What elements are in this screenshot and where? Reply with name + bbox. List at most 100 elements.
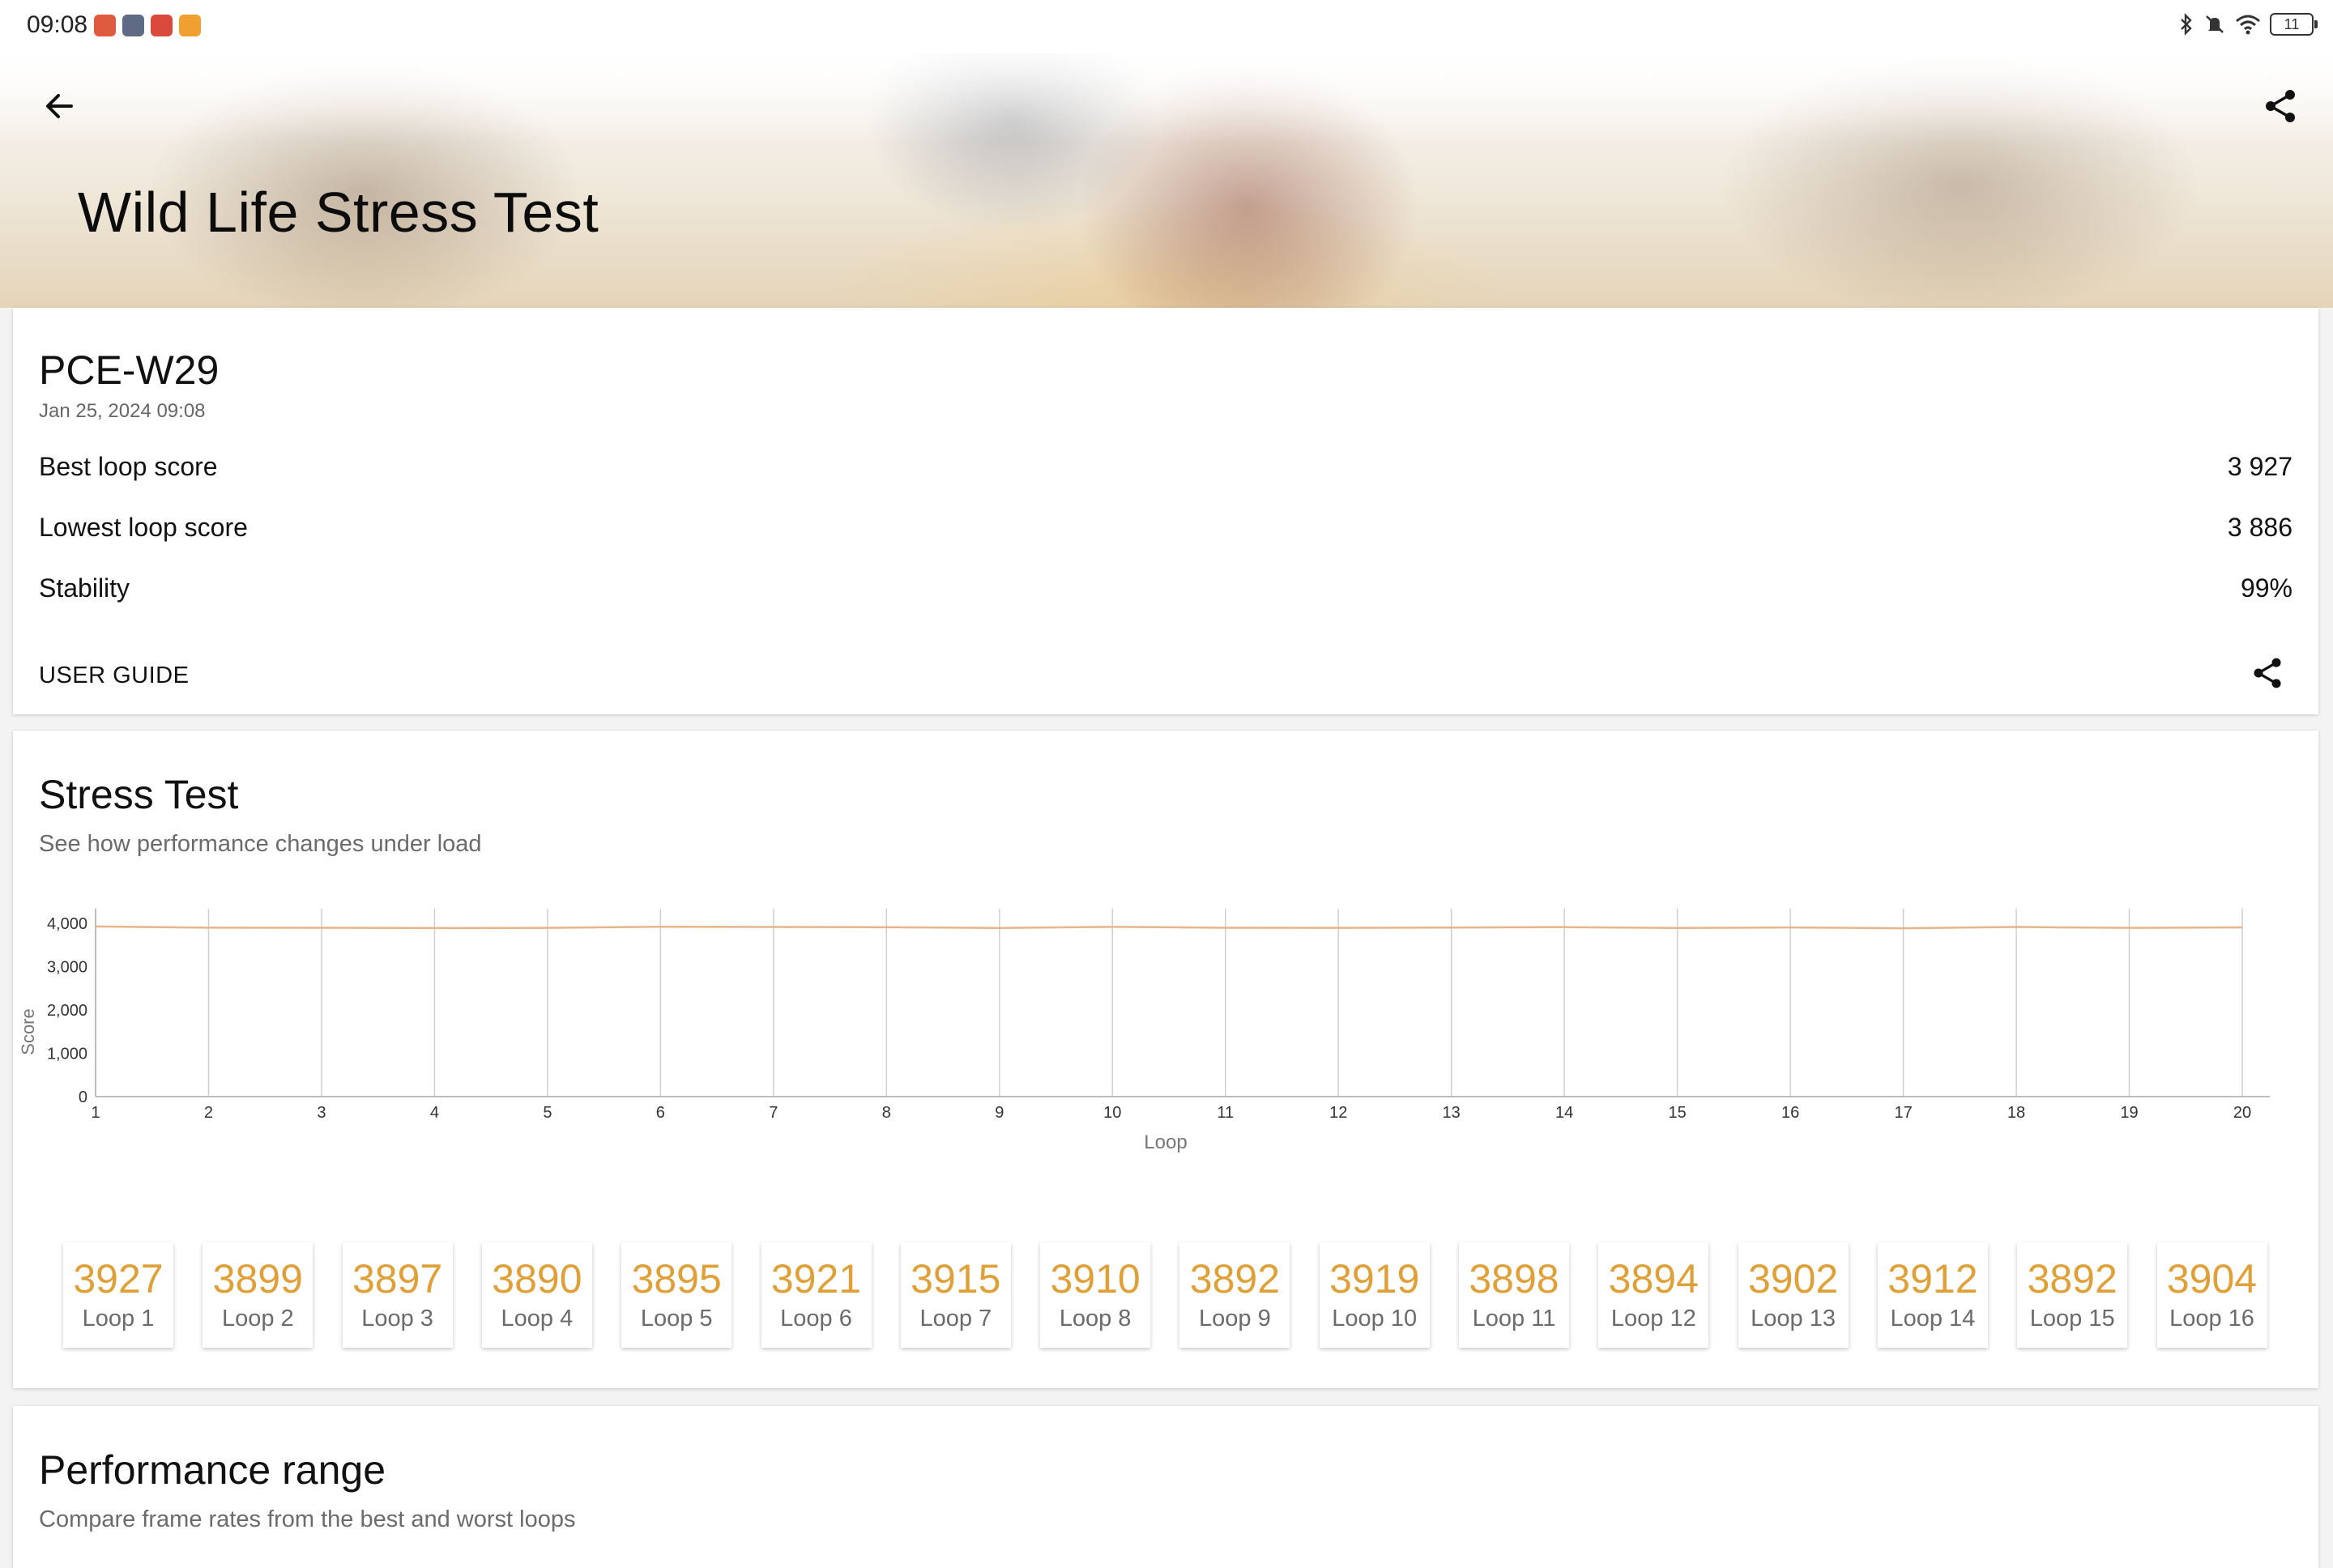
x-tick-label: 15: [1669, 1104, 1687, 1122]
stat-label: Lowest loop score: [39, 513, 248, 542]
y-tick-label: 3,000: [47, 959, 87, 977]
loop-score: 3897: [352, 1256, 443, 1302]
loop-score-card[interactable]: 3892 Loop 9: [1179, 1242, 1290, 1348]
loop-label: Loop 6: [780, 1306, 852, 1332]
notification-app-icon: [151, 15, 173, 36]
x-tick-label: 9: [995, 1104, 1004, 1122]
x-tick-label: 5: [543, 1104, 552, 1122]
series-line: [95, 925, 2243, 930]
loop-scores-list[interactable]: 3927 Loop 1 3899 Loop 2 3897 Loop 3 3890 Loop 4…: [49, 1239, 2292, 1353]
status-app-icons: [94, 15, 201, 36]
stress-line-chart: Score Loop 01,0002,0003,0004,0001 2 3 4 5 6 7 8…: [18, 909, 2270, 1153]
status-indicators: 11: [2177, 13, 2318, 36]
x-tick-label: 7: [769, 1104, 778, 1122]
stress-test-card: Stress Test See how performance changes …: [13, 731, 2318, 1388]
stat-value: 99%: [2240, 573, 2292, 603]
loop-score-card[interactable]: 3915 Loop 7: [900, 1242, 1011, 1348]
y-tick-label: 1,000: [47, 1046, 87, 1063]
loop-score-card[interactable]: 3899 Loop 2: [203, 1242, 313, 1348]
stat-label: Stability: [39, 573, 130, 603]
loop-label: Loop 10: [1332, 1306, 1418, 1332]
user-guide-button[interactable]: USER GUIDE: [39, 663, 189, 689]
loop-label: Loop 15: [2029, 1306, 2115, 1332]
section-subtitle: Compare frame rates from the best and wo…: [39, 1506, 576, 1532]
test-date: Jan 25, 2024 09:08: [39, 400, 206, 422]
loop-score-card[interactable]: 3897 Loop 3: [342, 1242, 453, 1348]
notification-app-icon: [94, 15, 116, 36]
loop-score: 3902: [1747, 1256, 1839, 1302]
x-tick-label: 4: [430, 1104, 439, 1122]
loop-label: Loop 2: [221, 1306, 294, 1332]
x-tick-label: 6: [656, 1104, 665, 1122]
loop-label: Loop 13: [1751, 1306, 1836, 1332]
loop-label: Loop 11: [1472, 1306, 1556, 1332]
loop-score-card[interactable]: 3902 Loop 13: [1738, 1242, 1849, 1348]
loop-score: 3895: [631, 1256, 722, 1302]
x-tick-label: 14: [1555, 1104, 1573, 1122]
x-tick-label: 8: [882, 1104, 891, 1122]
x-tick-label: 16: [1781, 1104, 1799, 1122]
wifi-icon: [2236, 15, 2260, 35]
loop-label: Loop 9: [1199, 1306, 1271, 1332]
stat-row-lowest: Lowest loop score 3 886: [39, 513, 2292, 553]
summary-card: PCE-W29 Jan 25, 2024 09:08 Best loop sco…: [13, 308, 2318, 714]
loop-score-card[interactable]: 3912 Loop 14: [1877, 1242, 1988, 1348]
x-tick-label: 20: [2233, 1104, 2251, 1122]
y-axis-label: Score: [18, 1008, 38, 1055]
x-tick-label: 2: [204, 1104, 213, 1122]
loop-label: Loop 8: [1059, 1306, 1132, 1332]
loop-score: 3921: [770, 1256, 862, 1302]
loop-label: Loop 5: [640, 1306, 713, 1332]
battery-level: 11: [2284, 16, 2300, 32]
x-tick-label: 17: [1894, 1104, 1912, 1122]
notification-app-icon: [122, 15, 144, 36]
stat-value: 3 927: [2227, 452, 2292, 481]
x-tick-label: 11: [1217, 1104, 1234, 1122]
share-icon[interactable]: [2249, 654, 2286, 692]
loop-score: 3915: [911, 1256, 1001, 1302]
loop-score: 3898: [1469, 1256, 1559, 1302]
x-tick-label: 13: [1443, 1104, 1461, 1122]
stat-label: Best loop score: [39, 452, 218, 481]
device-name: PCE-W29: [39, 347, 220, 393]
status-time: 09:08: [27, 11, 88, 38]
notification-app-icon: [179, 15, 201, 36]
y-tick-label: 0: [79, 1089, 87, 1106]
loop-label: Loop 4: [501, 1306, 574, 1332]
loop-score-card[interactable]: 3894 Loop 12: [1598, 1242, 1709, 1348]
loop-score-card[interactable]: 3892 Loop 15: [2017, 1242, 2128, 1348]
x-tick-label: 3: [317, 1104, 326, 1122]
x-tick-label: 10: [1103, 1104, 1121, 1122]
loop-score-card[interactable]: 3927 Loop 1: [63, 1242, 173, 1348]
x-tick-label: 19: [2120, 1104, 2138, 1122]
x-tick-label: 1: [91, 1104, 100, 1122]
loop-score-card[interactable]: 3895 Loop 5: [621, 1242, 732, 1348]
battery-icon: 11: [2270, 13, 2318, 36]
section-title: Performance range: [39, 1447, 386, 1493]
x-axis-label: Loop: [1144, 1131, 1187, 1153]
loop-label: Loop 7: [919, 1306, 992, 1332]
loop-score: 3894: [1608, 1256, 1699, 1302]
loop-label: Loop 12: [1610, 1306, 1696, 1332]
loop-score-card[interactable]: 3898 Loop 11: [1459, 1242, 1569, 1348]
mute-icon: [2206, 15, 2224, 33]
loop-score-card[interactable]: 3921 Loop 6: [761, 1242, 872, 1348]
loop-label: Loop 3: [361, 1306, 433, 1332]
share-icon[interactable]: [2260, 86, 2301, 126]
loop-score: 3890: [492, 1256, 582, 1302]
loop-score: 3892: [2027, 1256, 2118, 1302]
loop-score: 3892: [1189, 1256, 1280, 1302]
bluetooth-icon: [2181, 13, 2192, 36]
loop-score: 3927: [73, 1256, 164, 1302]
status-bar: 09:08 11: [0, 0, 2333, 53]
y-tick-label: 2,000: [47, 1002, 87, 1020]
arrow-left-icon[interactable]: [39, 86, 79, 126]
loop-score-card[interactable]: 3910 Loop 8: [1040, 1242, 1151, 1348]
loop-score-card[interactable]: 3890 Loop 4: [481, 1242, 592, 1348]
page-title: Wild Life Stress Test: [78, 181, 599, 244]
loop-score-card[interactable]: 3904 Loop 16: [2156, 1242, 2267, 1348]
loop-score: 3919: [1329, 1256, 1420, 1302]
stat-row-best: Best loop score 3 927: [39, 452, 2292, 492]
performance-range-card: Performance range Compare frame rates fr…: [13, 1406, 2318, 1568]
loop-score-card[interactable]: 3919 Loop 10: [1319, 1242, 1430, 1348]
